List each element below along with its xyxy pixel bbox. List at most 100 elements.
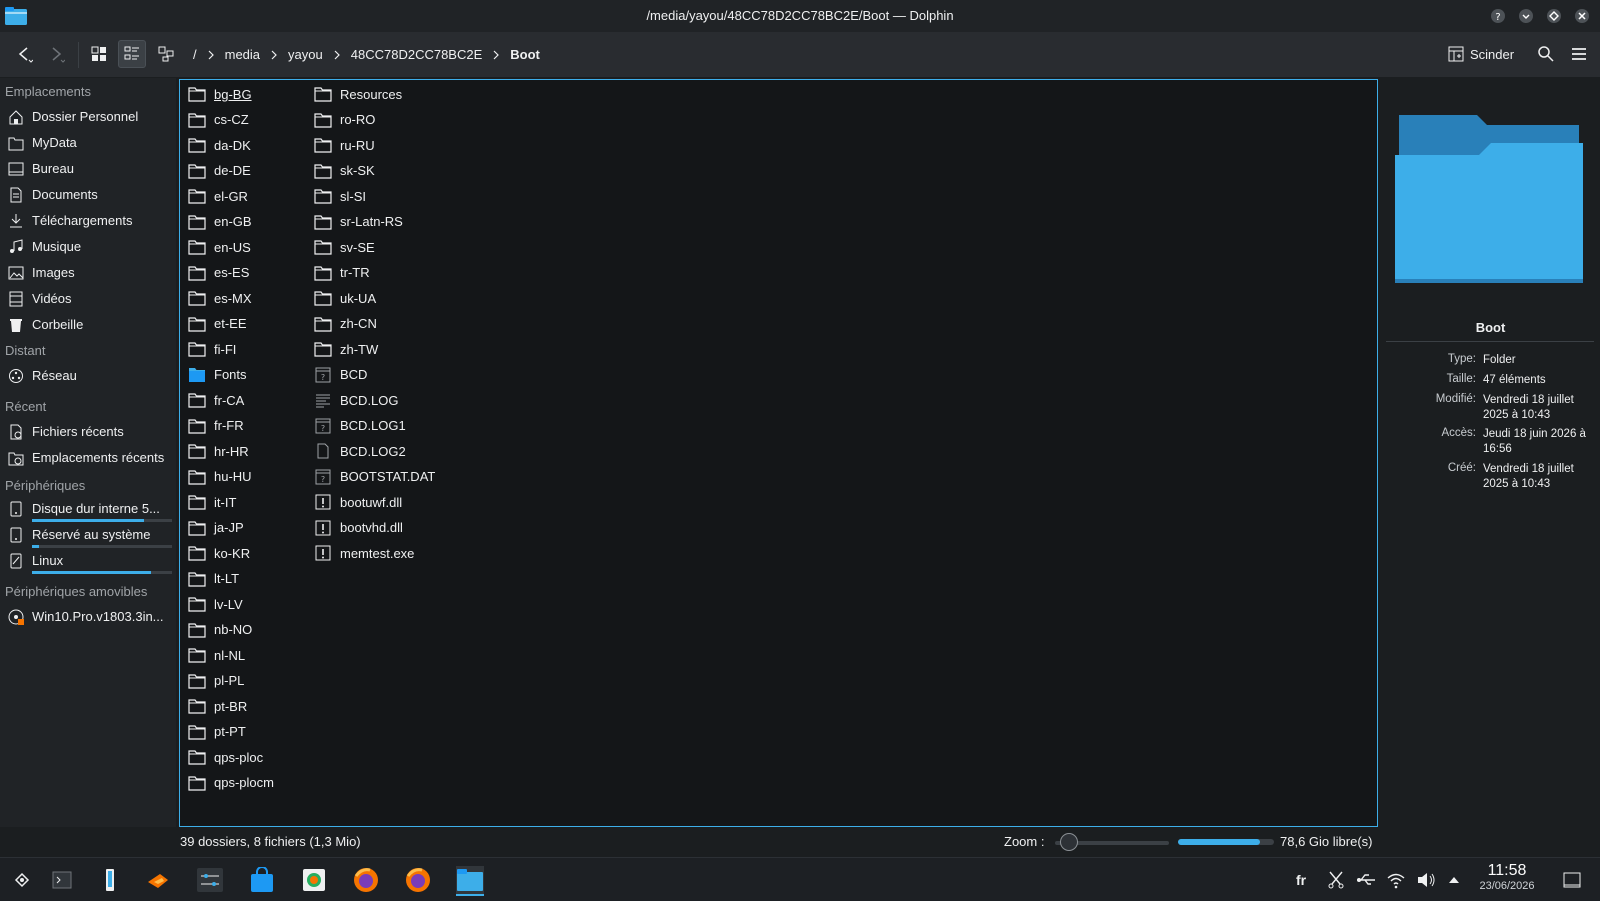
taskbar-flame-app[interactable] xyxy=(144,866,172,894)
file-item[interactable]: BCD.LOG2 xyxy=(314,439,406,463)
taskbar-firefox-2[interactable] xyxy=(404,866,432,894)
sidebar-item-recent-places[interactable]: Emplacements récents xyxy=(0,445,176,471)
file-item[interactable]: bootuwf.dll xyxy=(314,490,402,514)
folder-item[interactable]: da-DK xyxy=(188,133,251,157)
taskbar-terminal[interactable] xyxy=(48,866,76,894)
tray-usb[interactable] xyxy=(1352,866,1380,894)
folder-item[interactable]: ru-RU xyxy=(314,133,375,157)
folder-item[interactable]: qps-ploc xyxy=(188,745,263,769)
folder-item[interactable]: qps-plocm xyxy=(188,771,274,795)
minimize-button[interactable] xyxy=(1516,6,1536,26)
folder-item[interactable]: lv-LV xyxy=(188,592,243,616)
folder-item[interactable]: es-MX xyxy=(188,286,252,310)
zoom-slider-handle[interactable] xyxy=(1059,833,1078,851)
sidebar-item-music[interactable]: Musique xyxy=(0,234,176,260)
folder-item[interactable]: et-EE xyxy=(188,312,247,336)
folder-item[interactable]: ja-JP xyxy=(188,516,244,540)
split-label: Scinder xyxy=(1470,46,1515,62)
file-view[interactable]: bg-BG cs-CZ da-DK de-DE el-GR en-GB en-US es-ES… xyxy=(179,79,1378,827)
tray-clipboard[interactable] xyxy=(1322,866,1350,894)
taskbar-settings[interactable] xyxy=(196,866,224,894)
unknown-file-icon: ? xyxy=(315,469,331,484)
folder-item[interactable]: nb-NO xyxy=(188,618,252,642)
folder-item[interactable]: sk-SK xyxy=(314,159,375,183)
compact-view-button[interactable] xyxy=(118,40,146,68)
details-view-button[interactable] xyxy=(152,40,180,68)
file-item[interactable]: memtest.exe xyxy=(314,541,414,565)
folder-item[interactable]: fr-CA xyxy=(188,388,244,412)
folder-item[interactable]: sr-Latn-RS xyxy=(314,210,403,234)
sidebar-item-downloads[interactable]: Téléchargements xyxy=(0,208,176,234)
app-launcher-button[interactable] xyxy=(8,866,36,894)
back-button[interactable] xyxy=(10,40,38,68)
show-desktop-button[interactable] xyxy=(1558,866,1586,894)
folder-item[interactable]: ko-KR xyxy=(188,541,250,565)
folder-item[interactable]: uk-UA xyxy=(314,286,376,310)
breadcrumb-drive[interactable]: 48CC78D2CC78BC2E xyxy=(344,47,490,62)
split-button[interactable]: Scinder xyxy=(1448,40,1514,68)
folder-item[interactable]: pl-PL xyxy=(188,669,244,693)
breadcrumb-current[interactable]: Boot xyxy=(503,47,547,62)
folder-item[interactable]: nl-NL xyxy=(188,643,245,667)
folder-item[interactable]: pt-PT xyxy=(188,720,246,744)
tray-expand-button[interactable] xyxy=(1440,866,1468,894)
sidebar-item-documents[interactable]: Documents xyxy=(0,182,176,208)
optical-disc-icon xyxy=(8,609,24,625)
icons-view-button[interactable] xyxy=(85,40,113,68)
file-item[interactable]: BCD.LOG xyxy=(314,388,399,412)
tray-volume[interactable] xyxy=(1412,866,1440,894)
file-item[interactable]: ? BOOTSTAT.DAT xyxy=(314,465,435,489)
sidebar-item-removable-iso[interactable]: Win10.Pro.v1803.3in... xyxy=(0,604,176,630)
folder-item[interactable]: fr-FR xyxy=(188,414,244,438)
keyboard-layout-indicator[interactable]: fr xyxy=(1296,858,1306,901)
folder-item[interactable]: Resources xyxy=(314,82,402,106)
folder-item[interactable]: ro-RO xyxy=(314,108,375,132)
folder-item[interactable]: lt-LT xyxy=(188,567,239,591)
folder-item[interactable]: de-DE xyxy=(188,159,251,183)
forward-button[interactable] xyxy=(42,40,70,68)
close-button[interactable] xyxy=(1572,6,1592,26)
digital-clock[interactable]: 11:58 23/06/2026 xyxy=(1470,862,1544,892)
sidebar-item-desktop[interactable]: Bureau xyxy=(0,156,176,182)
folder-item[interactable]: en-GB xyxy=(188,210,252,234)
sidebar-item-mydata[interactable]: MyData xyxy=(0,130,176,156)
folder-item[interactable]: es-ES xyxy=(188,261,249,285)
folder-item[interactable]: hu-HU xyxy=(188,465,252,489)
sidebar-item-trash[interactable]: Corbeille xyxy=(0,312,176,338)
help-button[interactable]: ? xyxy=(1488,6,1508,26)
sidebar-item-home[interactable]: Dossier Personnel xyxy=(0,104,176,130)
folder-item[interactable]: el-GR xyxy=(188,184,248,208)
breadcrumb-root[interactable]: / xyxy=(186,47,204,62)
menu-button[interactable] xyxy=(1565,40,1593,68)
sidebar-item-recent-files[interactable]: Fichiers récents xyxy=(0,419,176,445)
folder-item[interactable]: sl-SI xyxy=(314,184,366,208)
folder-item[interactable]: bg-BG xyxy=(188,82,252,106)
taskbar-firefox-1[interactable] xyxy=(352,866,380,894)
search-button[interactable] xyxy=(1532,40,1560,68)
folder-item[interactable]: tr-TR xyxy=(314,261,370,285)
folder-item[interactable]: it-IT xyxy=(188,490,236,514)
taskbar-image-viewer[interactable] xyxy=(300,866,328,894)
taskbar-discover[interactable] xyxy=(248,866,276,894)
folder-item[interactable]: fi-FI xyxy=(188,337,236,361)
tray-network[interactable] xyxy=(1382,866,1410,894)
folder-item[interactable]: sv-SE xyxy=(314,235,375,259)
sidebar-item-network[interactable]: Réseau xyxy=(0,363,176,389)
breadcrumb-yayou[interactable]: yayou xyxy=(281,47,330,62)
folder-item[interactable]: cs-CZ xyxy=(188,108,249,132)
folder-item[interactable]: hr-HR xyxy=(188,439,249,463)
sidebar-item-images[interactable]: Images xyxy=(0,260,176,286)
taskbar-ruler-app[interactable] xyxy=(96,866,124,894)
folder-item[interactable]: Fonts xyxy=(188,363,247,387)
folder-item[interactable]: zh-TW xyxy=(314,337,378,361)
sidebar-item-videos[interactable]: Vidéos xyxy=(0,286,176,312)
folder-item[interactable]: pt-BR xyxy=(188,694,247,718)
file-item[interactable]: ? BCD xyxy=(314,363,367,387)
folder-item[interactable]: en-US xyxy=(188,235,251,259)
folder-item[interactable]: zh-CN xyxy=(314,312,377,336)
maximize-button[interactable] xyxy=(1544,6,1564,26)
file-item[interactable]: ? BCD.LOG1 xyxy=(314,414,406,438)
taskbar-dolphin[interactable] xyxy=(456,866,484,896)
breadcrumb-media[interactable]: media xyxy=(218,47,267,62)
file-item[interactable]: bootvhd.dll xyxy=(314,516,403,540)
